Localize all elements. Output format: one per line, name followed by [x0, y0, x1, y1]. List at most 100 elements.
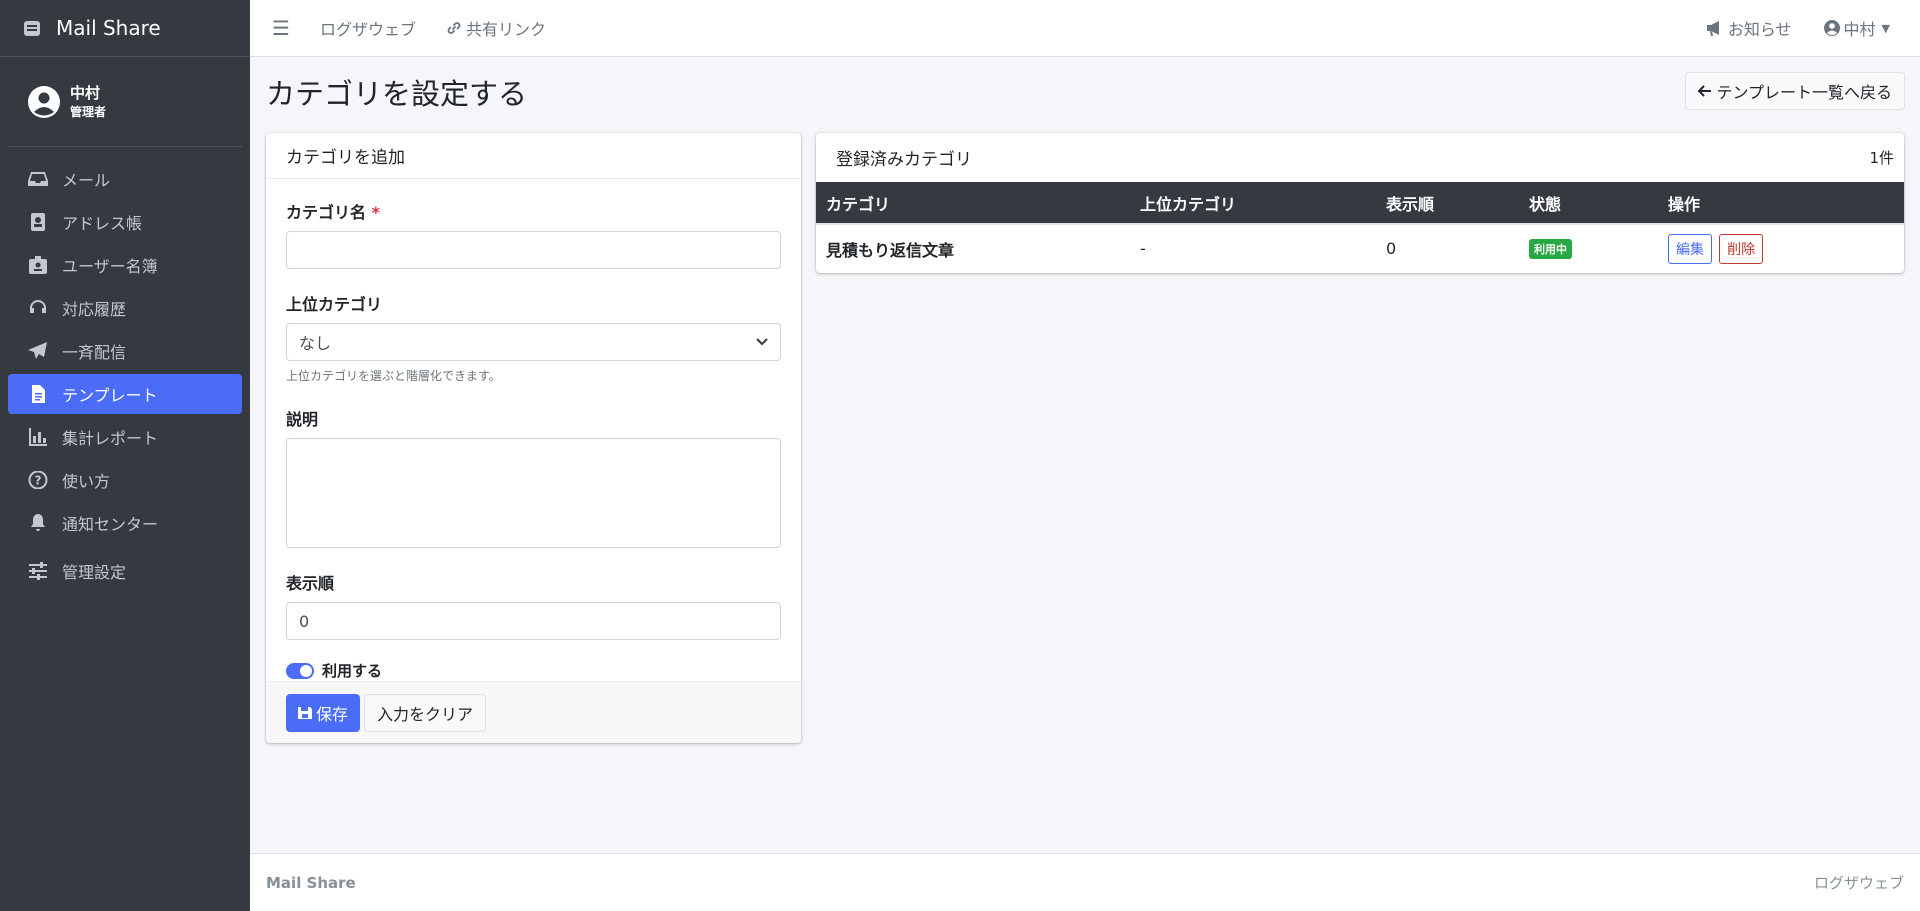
- sidebar-item-admin-settings[interactable]: 管理設定: [8, 551, 242, 591]
- sidebar-item-broadcast[interactable]: 一斉配信: [8, 331, 242, 371]
- row-actions-cell: 編集 削除: [1658, 224, 1904, 272]
- footer-brand: Mail Share: [266, 873, 356, 892]
- user-name: 中村: [70, 83, 101, 102]
- sidebar-item-label: 対応履歴: [62, 300, 127, 319]
- save-label: 保存: [316, 704, 349, 724]
- enabled-toggle[interactable]: [286, 662, 314, 679]
- top-link-logthe-web[interactable]: ログザウェブ: [320, 16, 416, 40]
- headset-icon: [30, 300, 46, 313]
- category-name-input[interactable]: [286, 231, 781, 269]
- parent-category-select[interactable]: なし: [286, 323, 781, 361]
- notice-button[interactable]: お知らせ: [1706, 16, 1792, 40]
- back-to-template-list-button[interactable]: テンプレート一覧へ戻る: [1685, 72, 1905, 110]
- footer: Mail Share ログザウェブ: [250, 853, 1920, 911]
- question-circle-icon: ?: [28, 471, 48, 489]
- chevron-down-icon: [756, 338, 768, 346]
- chevron-down-icon: ▼: [1881, 21, 1890, 35]
- required-mark: *: [371, 203, 380, 222]
- file-text-icon: [32, 385, 45, 403]
- topbar-right: お知らせ 中村 ▼: [1674, 16, 1920, 40]
- column-display-order: 表示順: [1376, 182, 1519, 225]
- sidebar-item-notification-center[interactable]: 通知センター: [8, 503, 242, 543]
- bar-chart-icon: [29, 428, 47, 446]
- table-row: 見積もり返信文章 - 0 利用中 編集 削除: [816, 224, 1904, 272]
- row-status-cell: 利用中: [1519, 224, 1658, 272]
- sidebar-item-label: ユーザー名簿: [62, 257, 158, 276]
- sidebar-item-label: アドレス帳: [62, 214, 143, 233]
- sliders-icon: [29, 562, 47, 580]
- edit-button[interactable]: 編集: [1668, 233, 1712, 264]
- registered-categories-title: 登録済みカテゴリ: [836, 150, 972, 170]
- status-badge: 利用中: [1529, 239, 1572, 259]
- parent-category-label: 上位カテゴリ: [286, 295, 383, 314]
- id-badge-icon: [29, 256, 47, 274]
- table-header-row: カテゴリ 上位カテゴリ 表示順 状態 操作: [816, 182, 1904, 225]
- row-display-order: 0: [1386, 239, 1397, 258]
- sidebar-item-label: メール: [62, 171, 111, 190]
- sidebar: Mail Share 中村 管理者 メール アドレス帳 ユーザー名簿 対応履歴 …: [0, 0, 250, 911]
- shared-link-label: 共有リンク: [466, 20, 547, 39]
- add-category-footer: 保存 入力をクリア: [266, 681, 801, 743]
- save-button[interactable]: 保存: [286, 693, 361, 732]
- page-title: カテゴリを設定する: [266, 77, 528, 111]
- sidebar-item-label: 集計レポート: [62, 429, 159, 448]
- category-count: 1件: [1869, 149, 1894, 167]
- row-parent-category: -: [1140, 239, 1146, 258]
- sidebar-item-user-directory[interactable]: ユーザー名簿: [8, 245, 242, 285]
- enabled-label: 利用する: [322, 662, 383, 680]
- display-order-label: 表示順: [286, 574, 335, 593]
- clear-input-button[interactable]: 入力をクリア: [364, 693, 487, 732]
- column-parent-category: 上位カテゴリ: [1130, 182, 1376, 225]
- registered-categories-header: 登録済みカテゴリ 1件: [816, 133, 1904, 182]
- inbox-icon: [28, 172, 48, 186]
- sidebar-item-history[interactable]: 対応履歴: [8, 288, 242, 328]
- parent-category-hint: 上位カテゴリを選ぶと階層化できます。: [286, 369, 501, 383]
- delete-button[interactable]: 削除: [1719, 233, 1764, 264]
- arrow-left-icon: [1698, 85, 1712, 97]
- user-circle-icon: [28, 85, 60, 118]
- bell-icon: [31, 514, 45, 531]
- sidebar-item-template[interactable]: テンプレート: [8, 374, 242, 414]
- main-content: カテゴリを設定する テンプレート一覧へ戻る カテゴリを追加 カテゴリ名 * 上位…: [250, 57, 1920, 853]
- categories-table: カテゴリ 上位カテゴリ 表示順 状態 操作 見積もり返信文章 - 0 利用中 編…: [816, 182, 1904, 272]
- sidebar-item-mail[interactable]: メール: [8, 159, 242, 199]
- column-category: カテゴリ: [816, 182, 1130, 225]
- user-role: 管理者: [70, 104, 107, 119]
- svg-text:?: ?: [35, 474, 42, 488]
- row-category-name: 見積もり返信文章: [826, 240, 955, 260]
- megaphone-icon: [1706, 21, 1719, 36]
- back-button-label: テンプレート一覧へ戻る: [1716, 83, 1892, 102]
- description-textarea[interactable]: [286, 438, 781, 548]
- sidebar-item-help[interactable]: ? 使い方: [8, 460, 242, 500]
- brand-name: Mail Share: [56, 16, 161, 40]
- parent-category-selected: なし: [299, 334, 332, 353]
- user-menu[interactable]: 中村 ▼: [1823, 16, 1890, 40]
- description-label: 説明: [286, 410, 319, 429]
- user-menu-label: 中村: [1843, 20, 1876, 39]
- sidebar-item-label: 一斉配信: [62, 343, 127, 362]
- sidebar-item-address-book[interactable]: アドレス帳: [8, 202, 242, 242]
- save-icon: [298, 706, 312, 719]
- paper-plane-icon: [28, 342, 47, 359]
- user-circle-icon: [1823, 20, 1840, 36]
- sidebar-nav: メール アドレス帳 ユーザー名簿 対応履歴 一斉配信 テンプレート 集計レポート…: [0, 147, 250, 591]
- registered-categories-card: 登録済みカテゴリ 1件 カテゴリ 上位カテゴリ 表示順 状態 操作 見積もり返信…: [816, 133, 1904, 273]
- hamburger-menu-icon[interactable]: ☰: [272, 16, 290, 40]
- user-panel[interactable]: 中村 管理者: [8, 57, 242, 147]
- add-category-form: カテゴリ名 * 上位カテゴリ なし 上位カテゴリを選ぶと階層化できます。 説明 …: [266, 179, 801, 681]
- notice-label: お知らせ: [1727, 20, 1792, 39]
- enabled-switch-row: 利用する: [286, 660, 781, 681]
- sidebar-item-label: 通知センター: [62, 515, 159, 534]
- sidebar-item-label: 管理設定: [62, 563, 127, 582]
- address-book-icon: [31, 213, 45, 231]
- sidebar-item-label: 使い方: [62, 472, 111, 491]
- footer-link[interactable]: ログザウェブ: [1814, 872, 1904, 893]
- sidebar-item-report[interactable]: 集計レポート: [8, 417, 242, 457]
- link-icon: [447, 22, 461, 34]
- brand[interactable]: Mail Share: [0, 0, 250, 57]
- column-actions: 操作: [1658, 182, 1904, 225]
- display-order-input[interactable]: 0: [286, 602, 781, 640]
- category-name-label: カテゴリ名 *: [286, 199, 781, 223]
- column-status: 状態: [1519, 182, 1658, 225]
- top-link-shared-link[interactable]: 共有リンク: [446, 16, 546, 40]
